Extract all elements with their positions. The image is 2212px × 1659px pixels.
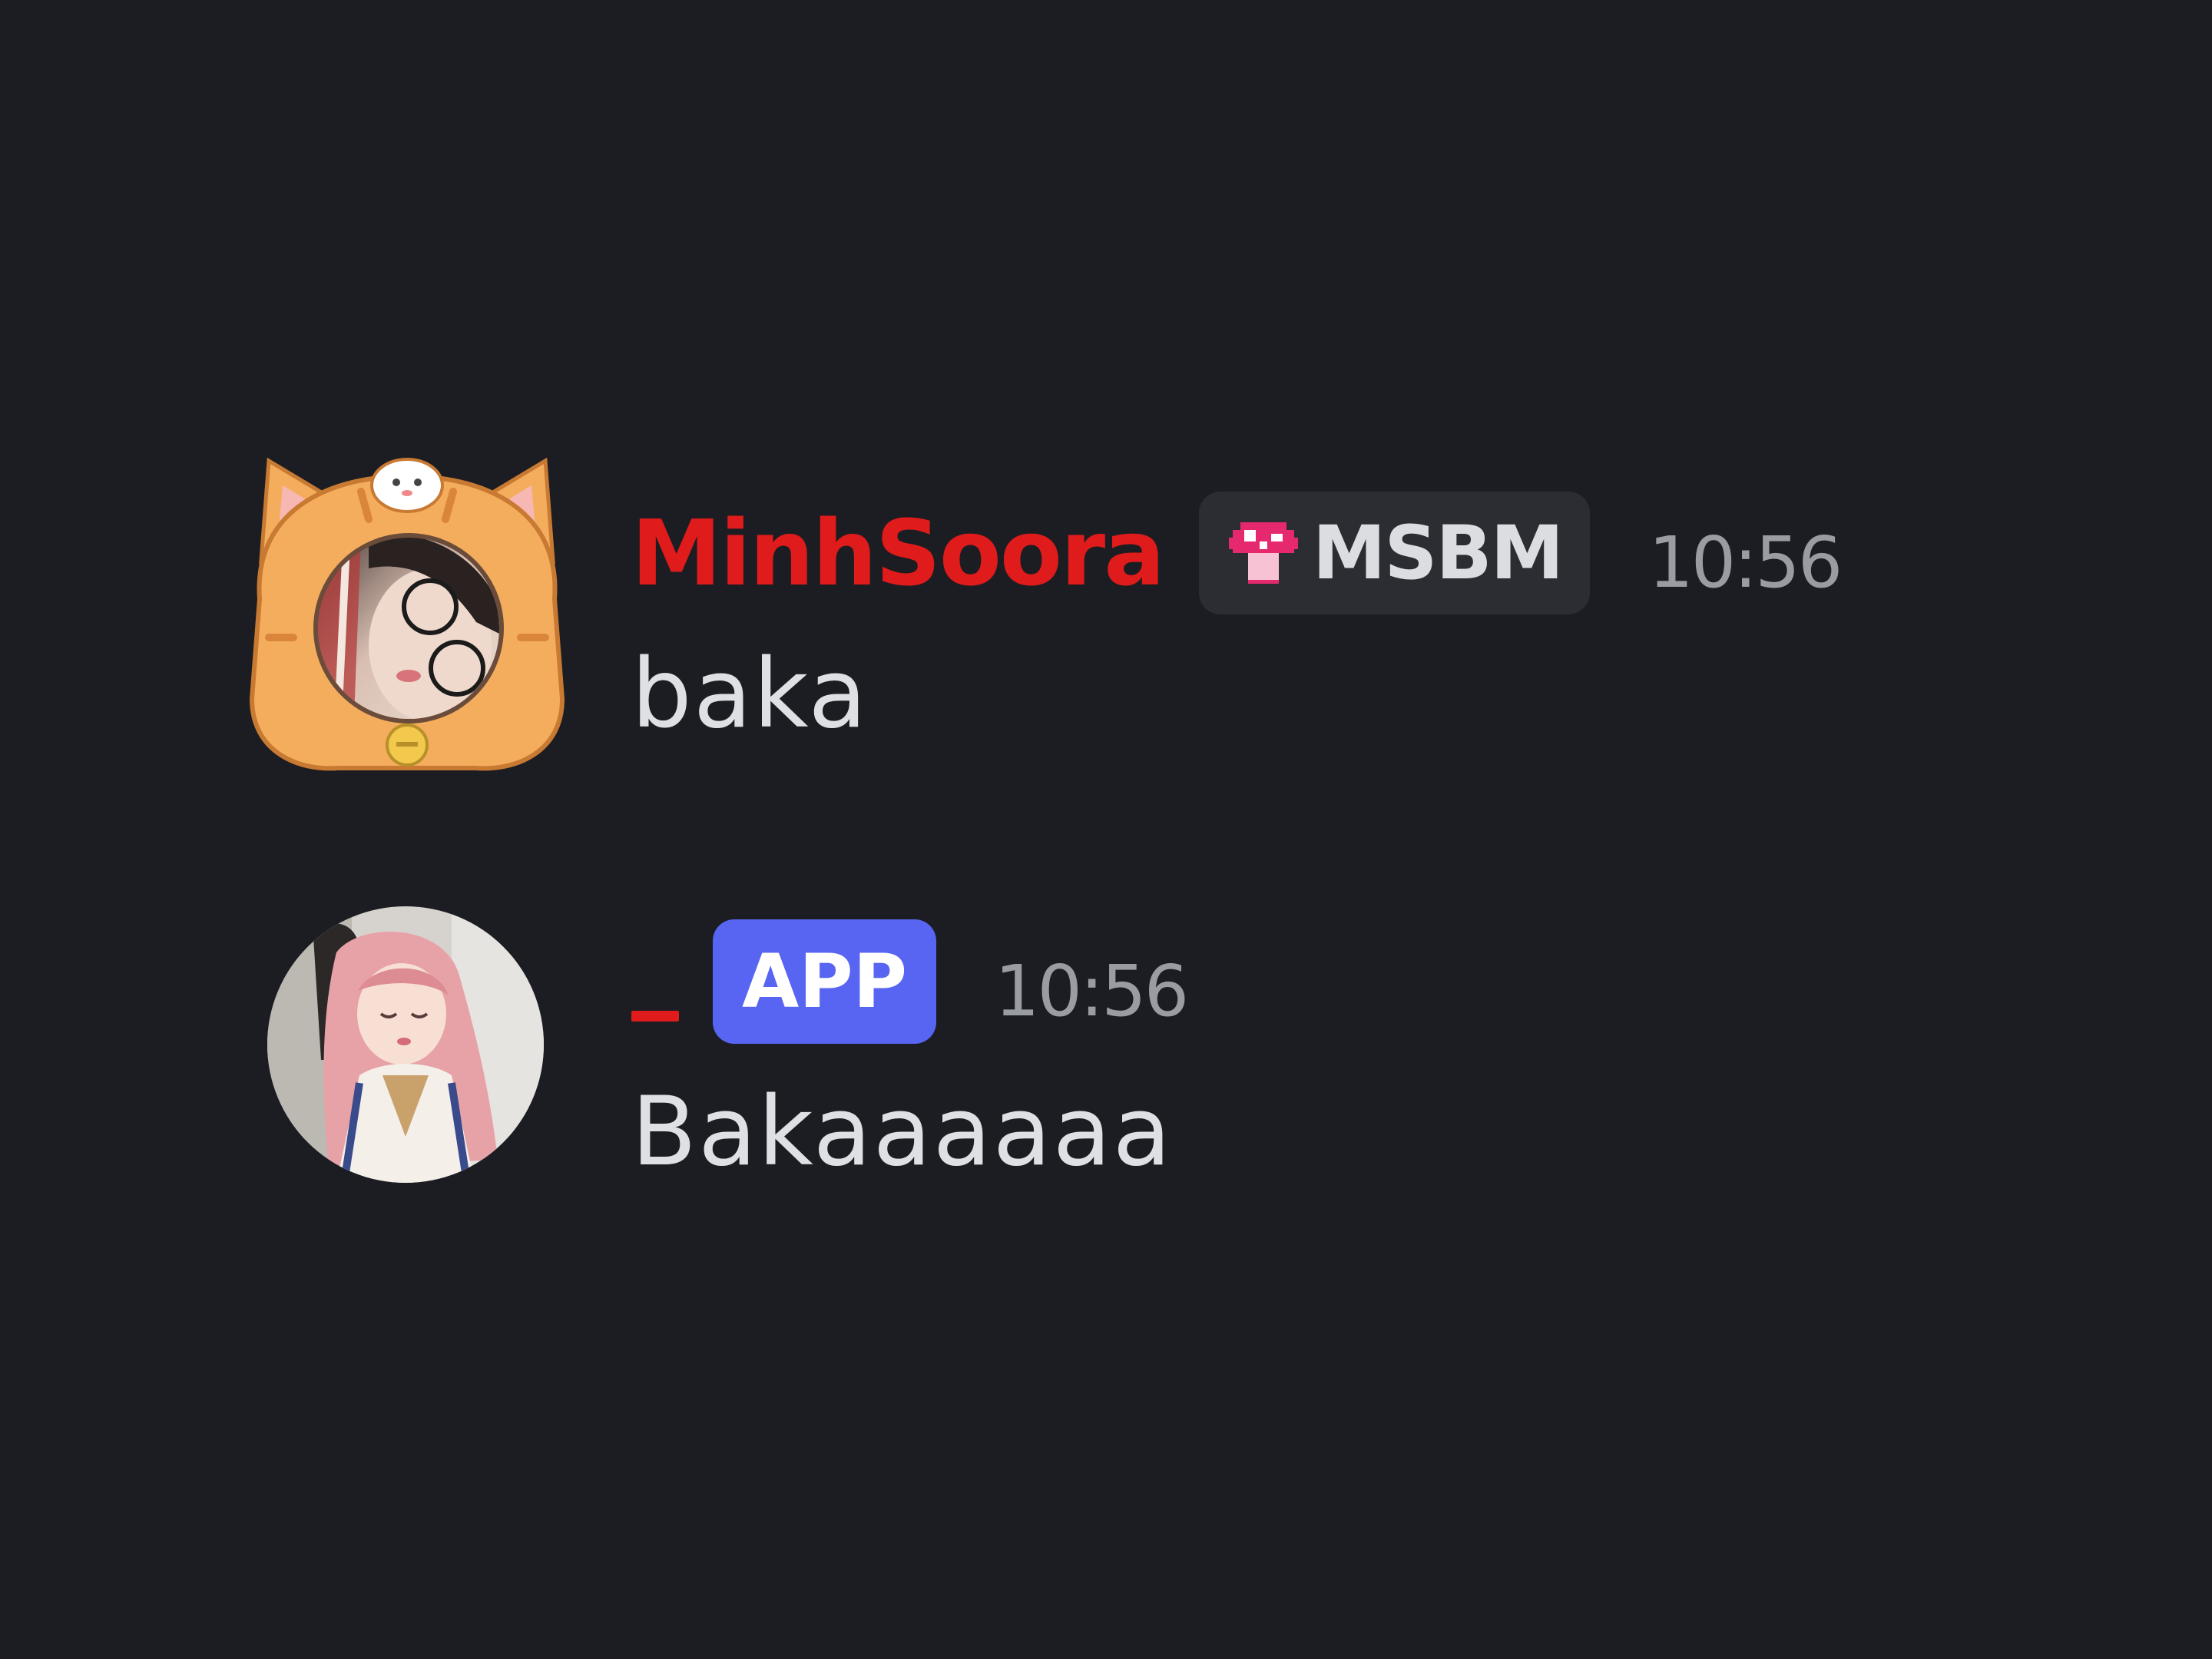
server-tag[interactable]: MSBM (1198, 492, 1591, 614)
avatar[interactable] (246, 445, 568, 776)
username[interactable]: _ (631, 1011, 679, 1022)
mushroom-icon (1228, 522, 1298, 584)
message-item: MinhSoora MSBM 10:56 baka (0, 445, 2212, 783)
username[interactable]: MinhSoora (631, 508, 1165, 598)
cat-hood-avatar-decoration-icon (249, 457, 565, 771)
timestamp[interactable]: 10:56 (995, 950, 1189, 1032)
app-badge: APP (713, 919, 937, 1044)
message-content: baka (631, 639, 869, 750)
timestamp[interactable]: 10:56 (1648, 522, 1843, 604)
message-header: _ APP 10:56 (631, 919, 1189, 1045)
app-badge-label: APP (742, 939, 908, 1025)
avatar[interactable] (267, 906, 544, 1183)
server-tag-label: MSBM (1312, 510, 1564, 596)
anime-girl-avatar-image (267, 906, 544, 1183)
message-content: Bakaaaaaa (631, 1077, 1173, 1187)
message-item: _ APP 10:56 Bakaaaaaa (0, 906, 2212, 1198)
message-header: MinhSoora MSBM 10:56 (631, 492, 1843, 614)
chat-message-list: MinhSoora MSBM 10:56 baka APP 10:56 Baka… (0, 0, 2212, 1659)
